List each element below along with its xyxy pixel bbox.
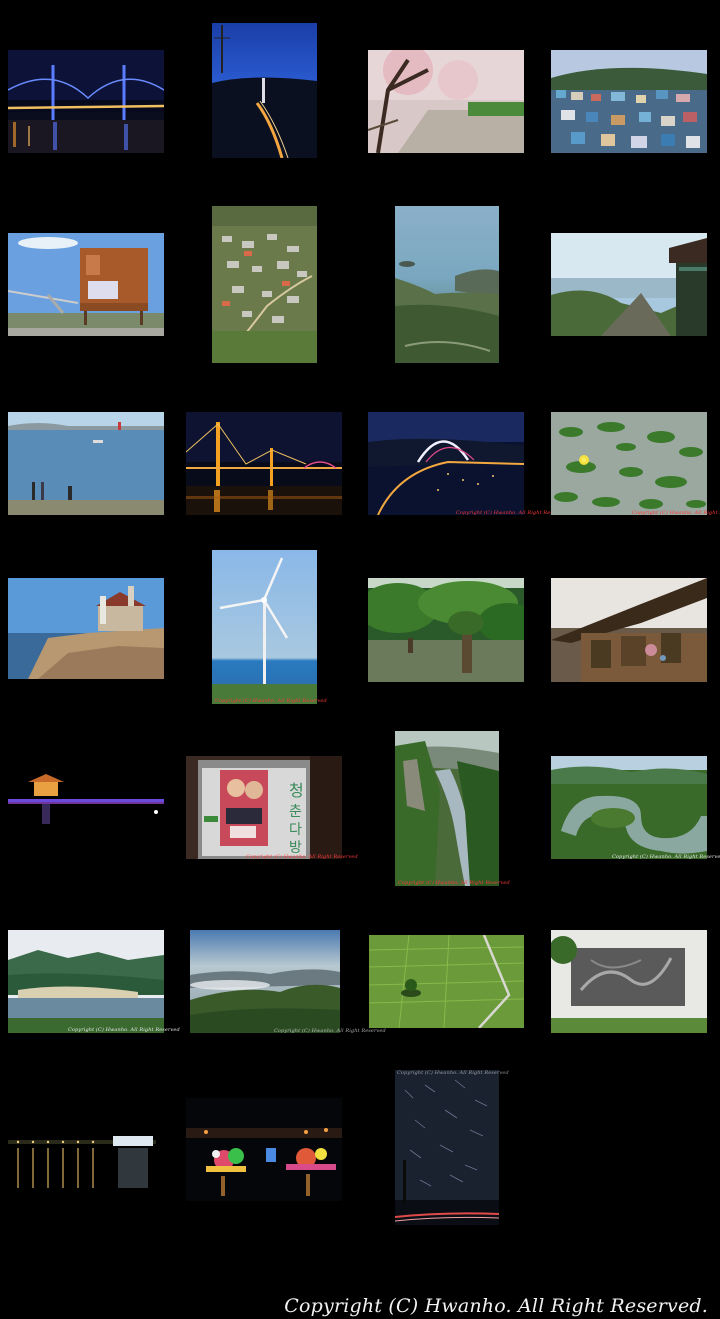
photo-watermark: Copyright (C) Hwanho. All Right Reserved (398, 880, 510, 886)
photo-poster-building[interactable]: 청 춘 다 방 (186, 756, 342, 859)
photo-watermark: Copyright (C) Hwanho. All Right Reserved (612, 854, 720, 860)
photo-lit-cable-bridge[interactable] (186, 412, 342, 515)
photo-watermark: Copyright (C) Hwanho. All Right Reserved (68, 1027, 180, 1033)
photo-watermark: Copyright (C) Hwanho. All Right Reserved (215, 698, 327, 704)
photo-watermark: Copyright (C) Hwanho. All Right Reserved (632, 510, 720, 516)
photo-watermark: Copyright (C) Hwanho. All Right Reserved (246, 854, 358, 860)
footer-copyright: Copyright (C) Hwanho. All Right Reserved… (284, 1295, 708, 1317)
photo-lantern-festival[interactable] (186, 1098, 342, 1201)
photo-harbor-lights[interactable] (8, 1098, 156, 1201)
photo-misty-bay[interactable] (395, 206, 499, 363)
photo-marsh-trees[interactable] (368, 578, 524, 682)
photo-observation-tower[interactable] (8, 233, 164, 336)
photo-river-cliffs[interactable] (395, 731, 499, 886)
photo-watermark: Copyright (C) Hwanho. All Right Reserved (274, 1028, 386, 1034)
photo-beach-people[interactable] (8, 412, 164, 515)
photo-cherry-path[interactable] (368, 50, 524, 153)
photo-lit-pavilion-night[interactable] (8, 756, 164, 859)
svg-text:청: 청 (289, 781, 304, 800)
photo-star-trails[interactable] (395, 1070, 499, 1225)
photo-pavilion-roof[interactable] (551, 578, 707, 682)
svg-text:춘: 춘 (289, 804, 302, 820)
photo-lake-mountains[interactable] (8, 930, 164, 1033)
photo-rice-fields[interactable] (369, 935, 524, 1028)
photo-temple-sea[interactable] (551, 233, 707, 336)
photo-seaside-chapel[interactable] (8, 578, 164, 679)
photo-watermark: Copyright (C) Hwanho. All Right Reserved (397, 1070, 509, 1076)
svg-text:다: 다 (289, 822, 302, 838)
photo-arch-bridge-night[interactable] (368, 412, 524, 515)
photo-colorful-village[interactable] (551, 50, 707, 153)
photo-mountain-mist[interactable] (190, 930, 340, 1033)
photo-stone-relief[interactable] (551, 930, 707, 1033)
photo-bridge-dusk[interactable] (212, 23, 317, 158)
photo-river-bend[interactable] (551, 756, 707, 859)
photo-wind-turbine[interactable] (212, 550, 317, 704)
photo-bridge-night[interactable] (8, 50, 164, 153)
photo-island-village[interactable] (212, 206, 317, 363)
photo-water-lilies[interactable] (551, 412, 707, 515)
